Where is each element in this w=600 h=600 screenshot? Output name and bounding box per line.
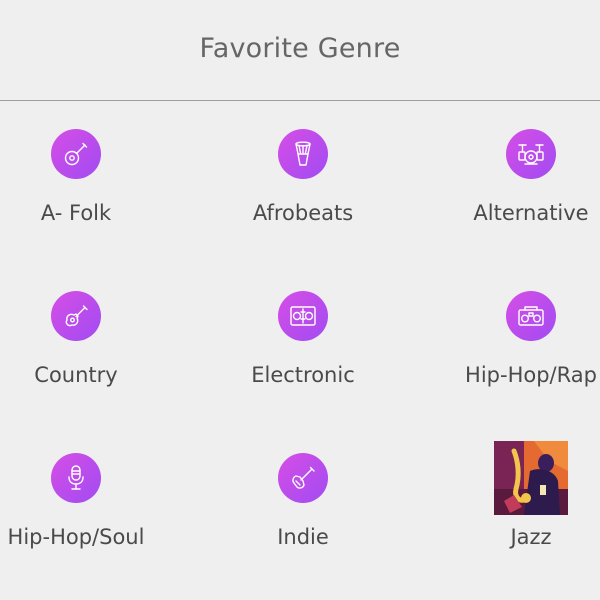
boombox-icon (506, 291, 556, 341)
page-title: Favorite Genre (199, 32, 401, 64)
genre-item-hip-hop-rap[interactable]: Hip-Hop/Rap (431, 291, 600, 431)
jazz-saxophone-artwork (494, 441, 568, 515)
genre-item-hip-hop-soul[interactable]: Hip-Hop/Soul (0, 453, 176, 593)
acoustic-guitar-icon (51, 291, 101, 341)
genre-label: Electronic (251, 363, 355, 387)
electric-guitar-icon (278, 453, 328, 503)
genre-label: Country (34, 363, 118, 387)
header: Favorite Genre (0, 0, 600, 100)
genre-label: Hip-Hop/Soul (7, 525, 145, 549)
genre-item-afrobeats[interactable]: Afrobeats (203, 129, 403, 269)
genre-label: Jazz (510, 525, 552, 549)
genre-item-electronic[interactable]: Electronic (203, 291, 403, 431)
genre-label: Alternative (473, 201, 589, 225)
genre-item-jazz[interactable]: Jazz (431, 441, 600, 593)
microphone-icon (51, 453, 101, 503)
djembe-drum-icon (278, 129, 328, 179)
genre-label: Indie (277, 525, 329, 549)
genre-label: Afrobeats (252, 201, 354, 225)
genre-label: A- Folk (40, 201, 112, 225)
genre-item-indie[interactable]: Indie (203, 453, 403, 593)
header-divider (0, 100, 600, 101)
drum-kit-icon (506, 129, 556, 179)
turntable-mixer-icon (278, 291, 328, 341)
genre-item-a-folk[interactable]: A- Folk (0, 129, 176, 269)
banjo-icon (51, 129, 101, 179)
genre-item-country[interactable]: Country (0, 291, 176, 431)
genre-item-alternative[interactable]: Alternative (431, 129, 600, 269)
genre-label: Hip-Hop/Rap (465, 363, 597, 387)
